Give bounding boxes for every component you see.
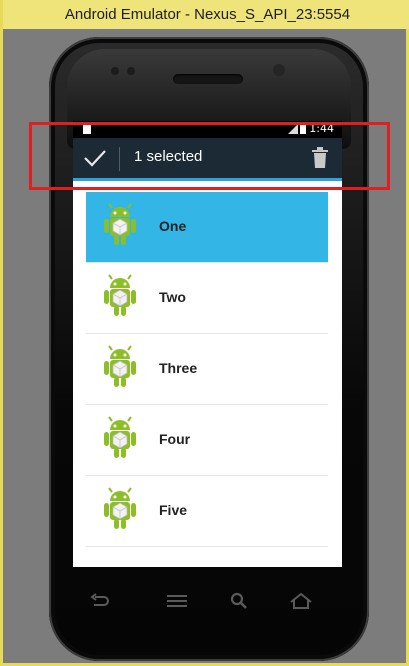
front-camera [273,64,285,76]
android-robot-icon [104,487,136,529]
annotation-highlight-box [29,122,390,190]
sensor-dot [127,67,135,75]
list-item-label: Three [159,360,198,376]
speaker-grille [173,74,243,84]
list-item-one[interactable]: One [86,192,328,263]
sensor-dot [111,67,119,75]
navigation-bar [87,585,337,615]
item-list: One Two Three Four Five [86,192,328,547]
list-item-label: One [159,218,187,234]
home-icon[interactable] [289,589,313,613]
android-robot-icon [104,416,136,458]
list-item-label: Five [159,502,188,518]
list-item-three[interactable]: Three [86,334,328,405]
list-item-label: Four [159,431,191,447]
android-robot-icon [104,345,136,387]
list-item-two[interactable]: Two [86,263,328,334]
list-item-four[interactable]: Four [86,405,328,476]
list-item-five[interactable]: Five [86,476,328,547]
window-title: Android Emulator - Nexus_S_API_23:5554 [3,0,409,29]
menu-icon[interactable] [165,589,189,613]
emulator-window: Android Emulator - Nexus_S_API_23:5554 1… [0,0,409,666]
list-item-label: Two [159,289,186,305]
back-icon[interactable] [87,589,111,613]
android-robot-icon [104,274,136,316]
search-icon[interactable] [227,589,251,613]
android-robot-icon [104,203,136,245]
